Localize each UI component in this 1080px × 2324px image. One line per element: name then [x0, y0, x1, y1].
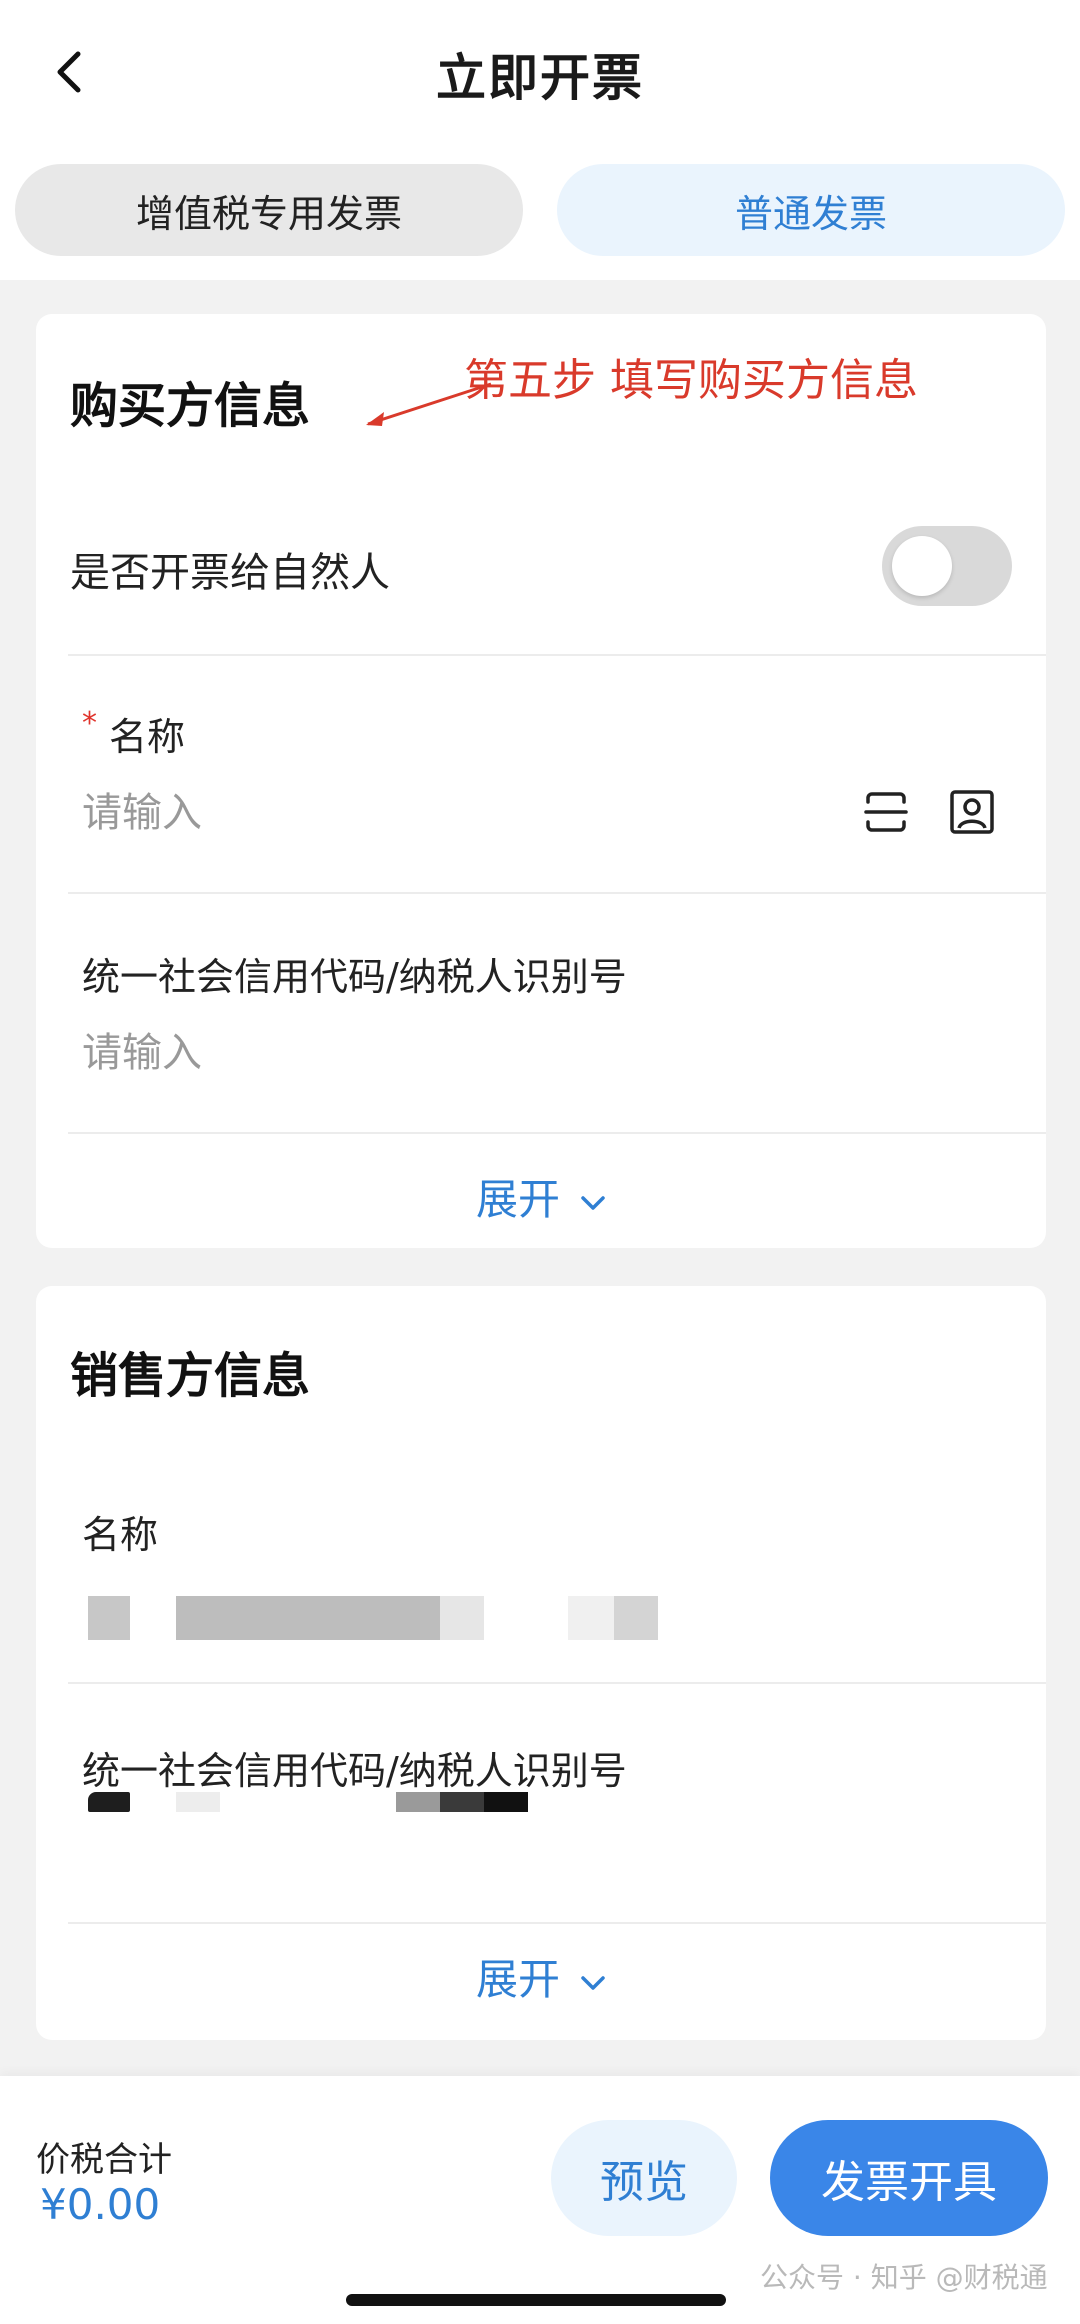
seller-name-redacted	[568, 1596, 614, 1640]
scan-icon[interactable]	[862, 788, 910, 836]
seller-tax-id-redacted	[88, 1792, 130, 1812]
seller-tax-id-redacted	[396, 1792, 440, 1812]
divider	[68, 892, 1046, 894]
seller-info-card: 销售方信息 名称 统一社会信用代码/纳税人识别号 展开	[36, 1286, 1046, 2040]
buyer-tax-id-label: 统一社会信用代码/纳税人识别号	[82, 955, 627, 999]
seller-name-redacted	[440, 1596, 484, 1640]
natural-person-toggle[interactable]	[882, 526, 1012, 606]
preview-button[interactable]: 预览	[551, 2120, 737, 2236]
seller-tax-id-redacted	[176, 1792, 220, 1812]
buyer-info-card: 购买方信息 第五步 填写购买方信息 是否开票给自然人 * 名称 请输入 统一社会信…	[36, 314, 1046, 1248]
buyer-name-input[interactable]: 请输入	[82, 780, 202, 838]
divider	[68, 1922, 1046, 1924]
buyer-expand-toggle[interactable]: 展开	[36, 1166, 1046, 1227]
buyer-name-label: * 名称	[82, 706, 185, 761]
total-label: 价税合计	[36, 2140, 172, 2180]
home-indicator[interactable]	[346, 2294, 726, 2306]
bottom-action-bar: 价税合计 ¥0.00 预览 发票开具 公众号 · 知乎 @财税通	[0, 2076, 1080, 2324]
buyer-expand-label: 展开	[475, 1175, 560, 1224]
step-annotation: 第五步 填写购买方信息	[464, 355, 918, 406]
buyer-section-title: 购买方信息	[70, 378, 311, 434]
invoice-type-tabs: 增值税专用发票 普通发票	[0, 140, 1080, 280]
buyer-name-label-text: 名称	[109, 715, 186, 759]
issue-invoice-button[interactable]: 发票开具	[770, 2120, 1048, 2236]
invoice-issue-screen: 立即开票 增值税专用发票 普通发票 购买方信息 第五步 填写购买方信息 是否开票…	[0, 0, 1080, 2324]
toggle-knob	[892, 536, 952, 596]
chevron-down-icon	[581, 1195, 605, 1210]
total-amount: ¥0.00	[40, 2180, 161, 2229]
contact-card-icon[interactable]	[948, 788, 996, 836]
seller-tax-id-redacted	[440, 1792, 484, 1812]
natural-person-label: 是否开票给自然人	[70, 550, 390, 596]
chevron-down-icon	[581, 1975, 605, 1990]
seller-tax-id-redacted	[484, 1792, 528, 1812]
page-title: 立即开票	[436, 49, 644, 107]
seller-name-redacted	[176, 1596, 440, 1640]
divider	[68, 654, 1046, 656]
divider	[68, 1682, 1046, 1684]
seller-section-title: 销售方信息	[70, 1348, 311, 1404]
tab-normal-invoice[interactable]: 普通发票	[557, 164, 1065, 256]
buyer-tax-id-input[interactable]: 请输入	[82, 1020, 202, 1078]
seller-expand-toggle[interactable]: 展开	[36, 1946, 1046, 2007]
seller-name-label: 名称	[82, 1513, 159, 1557]
required-mark: *	[82, 706, 97, 741]
seller-name-redacted	[614, 1596, 658, 1640]
divider	[68, 1132, 1046, 1134]
top-navigation-bar: 立即开票	[0, 0, 1080, 140]
seller-name-redacted	[88, 1596, 130, 1640]
seller-expand-label: 展开	[475, 1955, 560, 2004]
tab-vat-special-invoice[interactable]: 增值税专用发票	[15, 164, 523, 256]
watermark: 公众号 · 知乎 @财税通	[760, 2261, 1048, 2294]
seller-tax-id-label: 统一社会信用代码/纳税人识别号	[82, 1749, 627, 1793]
